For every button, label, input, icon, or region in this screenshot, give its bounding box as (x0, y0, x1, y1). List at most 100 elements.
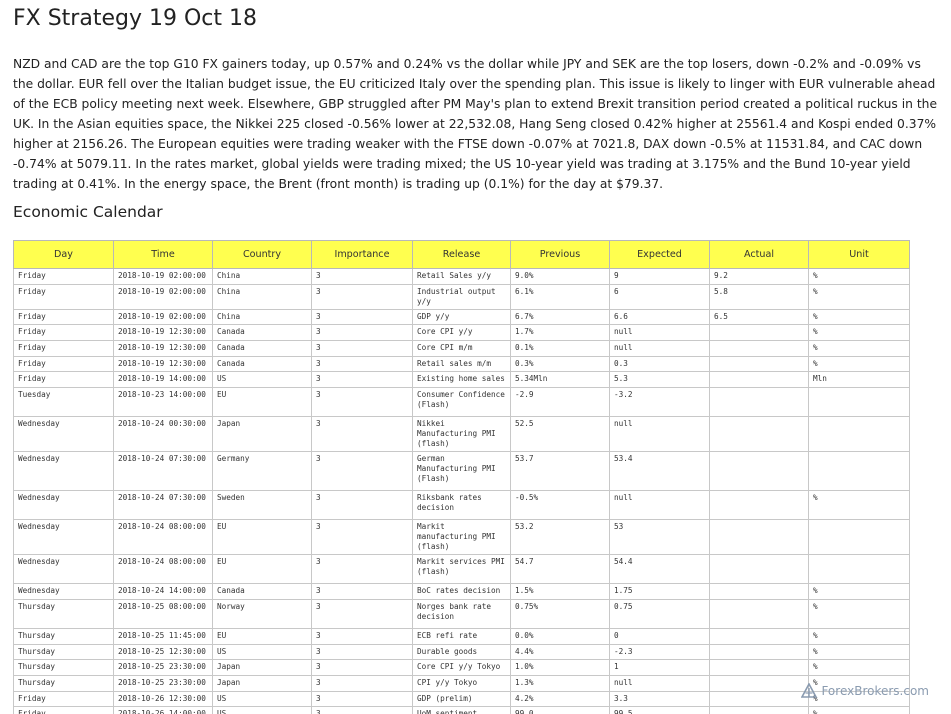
cell-unit: Mln (808, 371, 910, 389)
table-row: Friday 2018-10-19 14:00:00 US 3 Existing hom… (13, 371, 910, 389)
cell-expected: null (609, 340, 710, 357)
cell-release: Core CPI y/y (412, 324, 511, 342)
cell-previous: 6.1% (510, 283, 610, 310)
cell-country: China (212, 268, 312, 285)
cell-importance: 3 (311, 490, 413, 521)
cell-country: Japan (212, 674, 312, 692)
cell-release: CPI y/y Tokyo (412, 674, 511, 692)
cell-time: 2018-10-19 02:00:00 (113, 268, 213, 285)
cell-time: 2018-10-24 07:30:00 (113, 490, 213, 521)
cell-day: Thursday (13, 643, 114, 661)
cell-country: Japan (212, 416, 312, 453)
cell-unit (808, 519, 910, 556)
cell-expected: 6 (609, 283, 710, 310)
cell-time: 2018-10-19 12:30:00 (113, 340, 213, 357)
cell-importance: 3 (311, 643, 413, 661)
cell-importance: 3 (311, 706, 413, 714)
cell-country: China (212, 283, 312, 310)
cell-unit: % (808, 598, 910, 629)
table-row: Wednesday 2018-10-24 14:00:00 Canada 3 BoC r… (13, 583, 910, 600)
cell-time: 2018-10-25 23:30:00 (113, 659, 213, 676)
cell-importance: 3 (311, 416, 413, 453)
cell-expected: null (609, 416, 710, 453)
cell-importance: 3 (311, 690, 413, 708)
cell-release: Norges bank rate decision (412, 598, 511, 629)
cell-previous: 4.2% (510, 690, 610, 708)
cell-day: Wednesday (13, 583, 114, 600)
cell-unit: % (808, 268, 910, 285)
cell-day: Friday (13, 340, 114, 357)
cell-country: Japan (212, 659, 312, 676)
cell-importance: 3 (311, 583, 413, 600)
table-row: Friday 2018-10-19 12:30:00 Canada 3 Core CPI… (13, 340, 910, 357)
cell-time: 2018-10-25 23:30:00 (113, 674, 213, 692)
table-row: Wednesday 2018-10-24 00:30:00 Japan 3 Nikkei… (13, 416, 910, 453)
table-row: Friday 2018-10-19 02:00:00 China 3 Retail Sa… (13, 268, 910, 285)
cell-time: 2018-10-19 14:00:00 (113, 371, 213, 389)
cell-actual (709, 690, 809, 708)
table-row: Thursday 2018-10-25 11:45:00 EU 3 ECB refi r… (13, 627, 910, 645)
cell-time: 2018-10-26 14:00:00 (113, 706, 213, 714)
watermark-text: ForexBrokers.com (821, 684, 929, 698)
cell-country: Canada (212, 583, 312, 600)
cell-importance: 3 (311, 324, 413, 342)
cell-unit: % (808, 643, 910, 661)
cell-country: US (212, 643, 312, 661)
cell-time: 2018-10-24 00:30:00 (113, 416, 213, 453)
table-row: Friday 2018-10-19 12:30:00 Canada 3 Retail s… (13, 355, 910, 373)
cell-time: 2018-10-25 08:00:00 (113, 598, 213, 629)
cell-unit: % (808, 627, 910, 645)
cell-previous: 1.7% (510, 324, 610, 342)
table-row: Wednesday 2018-10-24 07:30:00 Sweden 3 Riksb… (13, 490, 910, 521)
cell-release: Core CPI y/y Tokyo (412, 659, 511, 676)
cell-release: Markit manufacturing PMI (flash) (412, 519, 511, 556)
cell-release: Durable goods (412, 643, 511, 661)
table-row: Wednesday 2018-10-24 08:00:00 EU 3 Markit ma… (13, 519, 910, 556)
cell-importance: 3 (311, 627, 413, 645)
cell-expected: 5.3 (609, 371, 710, 389)
cell-actual (709, 643, 809, 661)
table-row: Friday 2018-10-26 12:30:00 US 3 GDP (prelim)… (13, 690, 910, 708)
cell-unit: % (808, 490, 910, 521)
cell-actual (709, 519, 809, 556)
table-row: Thursday 2018-10-25 23:30:00 Japan 3 Core CP… (13, 659, 910, 676)
cell-unit: % (808, 706, 910, 714)
cell-release: Existing home sales (412, 371, 511, 389)
table-header-row: Day Time Country Importance Release Previous E… (13, 240, 910, 269)
table-row: Thursday 2018-10-25 08:00:00 Norway 3 Norges… (13, 598, 910, 629)
cell-expected: null (609, 490, 710, 521)
cell-time: 2018-10-19 02:00:00 (113, 283, 213, 310)
cell-previous: -2.9 (510, 387, 610, 418)
cell-time: 2018-10-19 02:00:00 (113, 308, 213, 326)
cell-actual: 6.5 (709, 308, 809, 326)
cell-previous: 0.0% (510, 627, 610, 645)
cell-country: Sweden (212, 490, 312, 521)
table-row: Wednesday 2018-10-24 08:00:00 EU 3 Markit se… (13, 554, 910, 585)
cell-country: China (212, 308, 312, 326)
cell-expected: 0 (609, 627, 710, 645)
cell-release: Retail Sales y/y (412, 268, 511, 285)
cell-importance: 3 (311, 283, 413, 310)
cell-importance: 3 (311, 371, 413, 389)
column-header-release: Release (412, 240, 511, 269)
cell-release: GDP y/y (412, 308, 511, 326)
cell-time: 2018-10-24 08:00:00 (113, 554, 213, 585)
cell-actual (709, 355, 809, 373)
cell-release: Consumer Confidence (Flash) (412, 387, 511, 418)
cell-release: Riksbank rates decision (412, 490, 511, 521)
cell-previous: 1.5% (510, 583, 610, 600)
cell-importance: 3 (311, 308, 413, 326)
cell-day: Thursday (13, 627, 114, 645)
cell-release: BoC rates decision (412, 583, 511, 600)
cell-actual (709, 340, 809, 357)
cell-day: Friday (13, 283, 114, 310)
cell-day: Friday (13, 308, 114, 326)
cell-actual (709, 324, 809, 342)
cell-actual: 9.2 (709, 268, 809, 285)
cell-day: Wednesday (13, 490, 114, 521)
cell-country: EU (212, 627, 312, 645)
cell-unit: % (808, 583, 910, 600)
cell-time: 2018-10-25 11:45:00 (113, 627, 213, 645)
table-row: Thursday 2018-10-25 12:30:00 US 3 Durable go… (13, 643, 910, 661)
cell-expected: 0.75 (609, 598, 710, 629)
